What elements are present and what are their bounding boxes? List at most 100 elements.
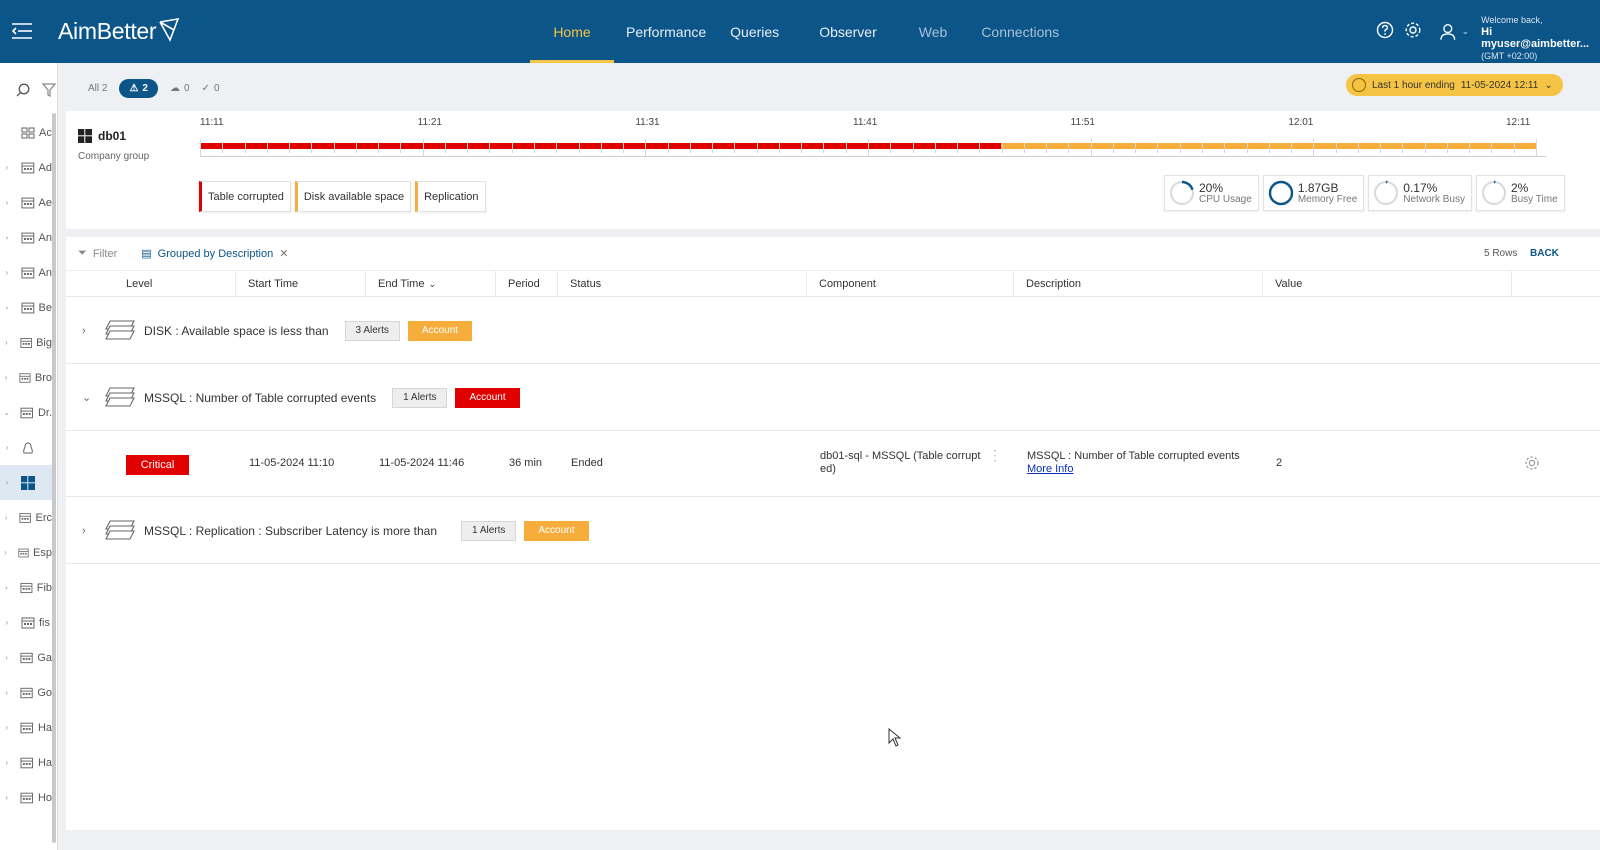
- col-start-time[interactable]: Start Time: [236, 271, 366, 297]
- timeline-tick: [1246, 143, 1248, 153]
- sidebar-item[interactable]: › An: [0, 220, 52, 255]
- chevron-right-icon[interactable]: ›: [0, 513, 12, 522]
- sidebar-item[interactable]: ›: [0, 430, 52, 465]
- account-badge[interactable]: Account: [407, 320, 473, 341]
- tab-web[interactable]: Web: [907, 0, 970, 63]
- col-end-time[interactable]: End Time ⌄: [366, 271, 496, 297]
- sidebar-item[interactable]: › Big: [0, 325, 52, 360]
- alerts-count-badge[interactable]: 1 Alerts: [461, 520, 517, 541]
- server-title[interactable]: db01: [78, 129, 126, 143]
- chevron-right-icon[interactable]: ›: [0, 373, 12, 382]
- metric-card[interactable]: 0.17% Network Busy: [1368, 175, 1472, 211]
- sidebar-item[interactable]: Ac: [0, 115, 52, 150]
- group-row-table-corrupted[interactable]: ⌄ MSSQL : Number of Table corrupted even…: [66, 365, 1600, 431]
- filter-icon[interactable]: [42, 83, 56, 97]
- table-row[interactable]: Critical 11-05-2024 11:10 11-05-2024 11:…: [66, 431, 1600, 497]
- alerts-count-badge[interactable]: 3 Alerts: [344, 320, 400, 341]
- search-icon[interactable]: [16, 83, 30, 97]
- account-badge[interactable]: Account: [455, 387, 520, 408]
- back-button[interactable]: BACK: [1530, 248, 1559, 259]
- chevron-right-icon[interactable]: ›: [0, 653, 13, 662]
- chevron-right-icon[interactable]: ›: [0, 793, 13, 802]
- metric-card[interactable]: 2% Busy Time: [1475, 175, 1565, 211]
- chevron-right-icon[interactable]: ›: [0, 723, 13, 732]
- sidebar-item[interactable]: › Go: [0, 675, 52, 710]
- timeline-tick: [957, 143, 959, 153]
- metric-value: 20%: [1199, 180, 1224, 195]
- sidebar-item[interactable]: › Esp: [0, 535, 52, 570]
- tag-disk-space[interactable]: Disk available space: [294, 181, 412, 212]
- chevron-right-icon[interactable]: ›: [0, 478, 14, 487]
- chevron-right-icon[interactable]: ›: [0, 548, 11, 557]
- col-level[interactable]: Level: [66, 271, 236, 297]
- top-bar: AimBetter Home Performance Queries Obser…: [0, 0, 1600, 63]
- sidebar-item[interactable]: › Ga: [0, 640, 52, 675]
- more-options-icon[interactable]: ⋮: [988, 448, 1002, 462]
- building-icon: [21, 197, 35, 208]
- tab-performance[interactable]: Performance: [614, 0, 718, 63]
- sidebar-item[interactable]: › Bro: [0, 360, 52, 395]
- sidebar-item[interactable]: › Be: [0, 290, 52, 325]
- more-info-link[interactable]: More Info: [1027, 463, 1073, 475]
- filter-cloud[interactable]: ☁ 0: [170, 83, 190, 94]
- chevron-right-icon[interactable]: ›: [82, 525, 104, 537]
- settings-gear-icon[interactable]: [1404, 21, 1422, 39]
- sidebar-item[interactable]: › Ha: [0, 710, 52, 745]
- menu-collapse-icon[interactable]: [12, 22, 32, 40]
- group-row-disk[interactable]: › DISK : Available space is less than 3 …: [66, 298, 1600, 364]
- sidebar-item[interactable]: › Ho: [0, 780, 52, 815]
- sidebar-item[interactable]: › Fib: [0, 570, 52, 605]
- filter-all[interactable]: All 2: [88, 83, 107, 94]
- metric-card[interactable]: 1.87GB Memory Free: [1262, 175, 1365, 211]
- time-range-selector[interactable]: Last 1 hour ending 11-05-2024 12:11 ⌄: [1346, 74, 1563, 96]
- brand-logo[interactable]: AimBetter: [58, 17, 180, 45]
- chevron-down-icon[interactable]: ⌄: [82, 391, 104, 404]
- chevron-right-icon[interactable]: ›: [0, 198, 14, 207]
- sidebar-item[interactable]: › Ad: [0, 150, 52, 185]
- col-description[interactable]: Description: [1014, 271, 1263, 297]
- grouped-by-chip[interactable]: ▤ Grouped by Description ✕: [141, 247, 288, 261]
- group-row-replication[interactable]: › MSSQL : Replication : Subscriber Laten…: [66, 498, 1600, 564]
- sidebar-item[interactable]: › Ha: [0, 745, 52, 780]
- alert-timeline[interactable]: 11:11 11:21 11:31 11:41 11:51 12:01 12:11: [200, 117, 1546, 163]
- chevron-right-icon[interactable]: ›: [0, 443, 14, 452]
- chevron-right-icon[interactable]: ›: [0, 303, 14, 312]
- tab-home[interactable]: Home: [530, 0, 614, 63]
- tag-replication[interactable]: Replication: [415, 181, 486, 212]
- chevron-right-icon[interactable]: ›: [0, 268, 14, 277]
- help-icon[interactable]: [1376, 21, 1394, 39]
- col-value[interactable]: Value: [1263, 271, 1512, 297]
- chevron-right-icon[interactable]: ›: [0, 338, 13, 347]
- alerts-count-badge[interactable]: 1 Alerts: [392, 387, 448, 408]
- sidebar-item[interactable]: › fis: [0, 605, 52, 640]
- tag-table-corrupted[interactable]: Table corrupted: [199, 181, 291, 212]
- tab-queries[interactable]: Queries: [718, 0, 807, 63]
- sidebar-item[interactable]: ⌄ Dr.: [0, 395, 52, 430]
- sidebar-scrollbar[interactable]: [52, 113, 56, 843]
- chevron-right-icon[interactable]: ›: [0, 688, 13, 697]
- chevron-right-icon[interactable]: ›: [0, 618, 14, 627]
- chevron-right-icon[interactable]: ›: [0, 163, 14, 172]
- chevron-right-icon[interactable]: ›: [0, 583, 13, 592]
- sidebar-item[interactable]: ›: [0, 465, 52, 500]
- filter-resolved[interactable]: ✓ 0: [202, 83, 220, 94]
- sidebar-item[interactable]: › Erc: [0, 500, 52, 535]
- account-badge[interactable]: Account: [524, 520, 589, 541]
- chevron-right-icon[interactable]: ›: [0, 233, 14, 242]
- chevron-right-icon[interactable]: ›: [82, 325, 104, 337]
- tab-connections[interactable]: Connections: [969, 0, 1071, 63]
- col-status[interactable]: Status: [558, 271, 807, 297]
- close-icon[interactable]: ✕: [279, 247, 288, 260]
- chevron-down-icon[interactable]: ⌄: [0, 408, 13, 417]
- filter-alerts[interactable]: ⚠ 2: [119, 78, 158, 98]
- col-component[interactable]: Component: [807, 271, 1014, 297]
- settings-gear-icon[interactable]: [1524, 455, 1540, 471]
- table-filter-button[interactable]: ⏷ Filter: [78, 247, 117, 260]
- tab-observer[interactable]: Observer: [807, 0, 907, 63]
- user-menu[interactable]: ⌄ Welcome back, Hi myuser@aimbetter... (…: [1440, 14, 1600, 62]
- metric-card[interactable]: 20% CPU Usage: [1164, 175, 1259, 211]
- sidebar-item[interactable]: › An: [0, 255, 52, 290]
- sidebar-item[interactable]: › Ae: [0, 185, 52, 220]
- chevron-right-icon[interactable]: ›: [0, 758, 13, 767]
- col-period[interactable]: Period: [496, 271, 558, 297]
